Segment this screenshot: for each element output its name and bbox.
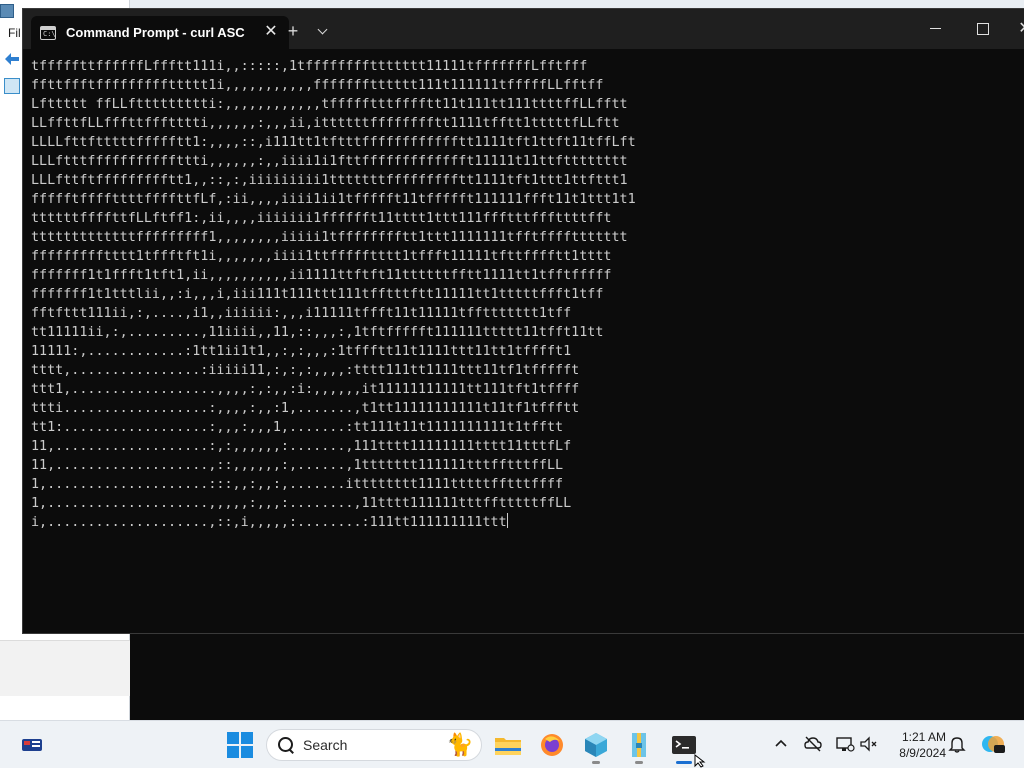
console-line: ffffftffffttttffffttfLf,:ii,,,,iiii1ii1t… xyxy=(31,192,636,207)
tab-command-prompt[interactable]: C:\ Command Prompt - curl ASC ✕ xyxy=(31,16,289,49)
chevron-up-icon[interactable] xyxy=(770,733,792,755)
search-highlight-icon[interactable]: 🐈 xyxy=(445,732,475,758)
console-line: Lfttttt ffLLfttttttttti:,,,,,,,,,,,,tfff… xyxy=(31,97,628,112)
cloud-offline-icon[interactable] xyxy=(802,733,824,755)
app-cube-icon[interactable] xyxy=(580,729,612,764)
background-panel xyxy=(0,640,130,696)
console-line: 1,....................:::,,:,,:,.......i… xyxy=(31,477,564,492)
console-line: fftfttt111ii,:,....,i1,,iiiiii:,,,i11111… xyxy=(31,306,572,321)
console-line: i,....................,::,i,,,,,:.......… xyxy=(31,513,508,530)
console-line: tfffffttffffffLffftt111i,,:::::,1tffffff… xyxy=(31,59,588,74)
console-line: tt11111ii,:,.........,11iiii,,11,::,,,:,… xyxy=(31,325,604,340)
background-terminal-area xyxy=(130,630,1024,720)
console-line: LLLftttfffffffffffttti,,,,,,:,,iiii1i1ft… xyxy=(31,154,628,169)
firefox-icon[interactable] xyxy=(536,729,568,761)
console-line: ttt1,..................,,,,:,:,,:i:,,,,,… xyxy=(31,382,580,397)
tab-title: Command Prompt - curl ASC xyxy=(66,25,245,40)
console-line: ttttttffffttfLLftff1:,ii,,,,iiiiiii1ffff… xyxy=(31,211,612,226)
console-output[interactable]: tfffffttffffffLffftt111i,,:::::,1tffffff… xyxy=(31,57,791,577)
console-line: fffffff1t1tttlii,,:i,,,i,iii111t111ttt11… xyxy=(31,287,604,302)
widgets-icon[interactable] xyxy=(20,735,44,755)
taskbar: Search 🐈 1:21 AM 8/9/2024 xyxy=(0,720,1024,768)
clock[interactable]: 1:21 AM 8/9/2024 xyxy=(880,729,946,761)
terminal-icon: C:\ xyxy=(40,25,56,40)
notification-bell-icon[interactable] xyxy=(946,733,968,755)
console-line: ffffffffftttt1tffftft1i,,,,,,,iiii1ttfff… xyxy=(31,249,612,264)
app-icon xyxy=(0,4,14,18)
console-line: 1,....................,,,,,:,,,:........… xyxy=(31,496,572,511)
console-line: tt1:..................:,,,:,,,1,.......:… xyxy=(31,420,564,435)
maximize-button[interactable] xyxy=(969,19,995,39)
taskbar-search[interactable]: Search 🐈 xyxy=(266,729,482,761)
console-line: ffttffftfffffffffttttt1i,,,,,,,,,,,fffff… xyxy=(31,78,604,93)
file-menu[interactable]: Fil xyxy=(8,26,21,40)
close-window-button[interactable]: ✕ xyxy=(1015,19,1024,39)
console-line: 11111:,............:1tt1ii1t1,,:,:,,,:1t… xyxy=(31,344,572,359)
console-line: fffffff1t1ffft1tft1,ii,,,,,,,,,,ii1111tt… xyxy=(31,268,612,283)
table-icon[interactable] xyxy=(4,78,20,94)
search-icon xyxy=(277,736,295,754)
terminal-window: C:\ Command Prompt - curl ASC ✕ + ✕ tfff… xyxy=(22,8,1024,634)
console-line: tttt,................:iiiii11,:,:,:,,,,:… xyxy=(31,363,580,378)
app-archive-icon[interactable] xyxy=(623,729,655,764)
new-tab-button[interactable]: + xyxy=(283,19,303,43)
console-line: tttttttttttttfffffffff1,,,,,,,,iiiii1tff… xyxy=(31,230,628,245)
network-icon[interactable] xyxy=(834,733,856,755)
back-arrow-icon[interactable] xyxy=(4,52,20,66)
search-label: Search xyxy=(303,737,348,753)
file-explorer-icon[interactable] xyxy=(492,729,524,761)
console-line: LLLLfttftttttffffftt1:,,,,::,i111tt1tftt… xyxy=(31,135,636,150)
volume-muted-icon[interactable] xyxy=(858,733,880,755)
text-cursor xyxy=(506,513,508,528)
console-line: 11,...................:,:,,,,,,:.......,… xyxy=(31,439,572,454)
console-line: 11,...................,::,,,,,,:,......,… xyxy=(31,458,564,473)
clock-time: 1:21 AM xyxy=(901,730,946,744)
windows-logo-icon xyxy=(227,732,239,744)
console-line: ttti..................:,,,,:,,:1,.......… xyxy=(31,401,580,416)
minimize-button[interactable] xyxy=(923,19,949,39)
copilot-icon[interactable] xyxy=(980,731,1006,757)
chevron-down-icon[interactable] xyxy=(313,19,333,43)
console-line: LLffttfLLfffttffftttti,,,,,,:,,,ii,itttt… xyxy=(31,116,620,131)
start-button[interactable] xyxy=(226,731,254,759)
clock-date: 8/9/2024 xyxy=(899,746,946,760)
title-bar[interactable]: C:\ Command Prompt - curl ASC ✕ + ✕ xyxy=(23,9,1024,49)
tab-close-icon[interactable]: ✕ xyxy=(261,22,281,42)
console-line: LLLfttftffffffffftt1,,::,:,iiiiiiiii1ttt… xyxy=(31,173,628,188)
mouse-pointer-icon xyxy=(694,754,706,768)
